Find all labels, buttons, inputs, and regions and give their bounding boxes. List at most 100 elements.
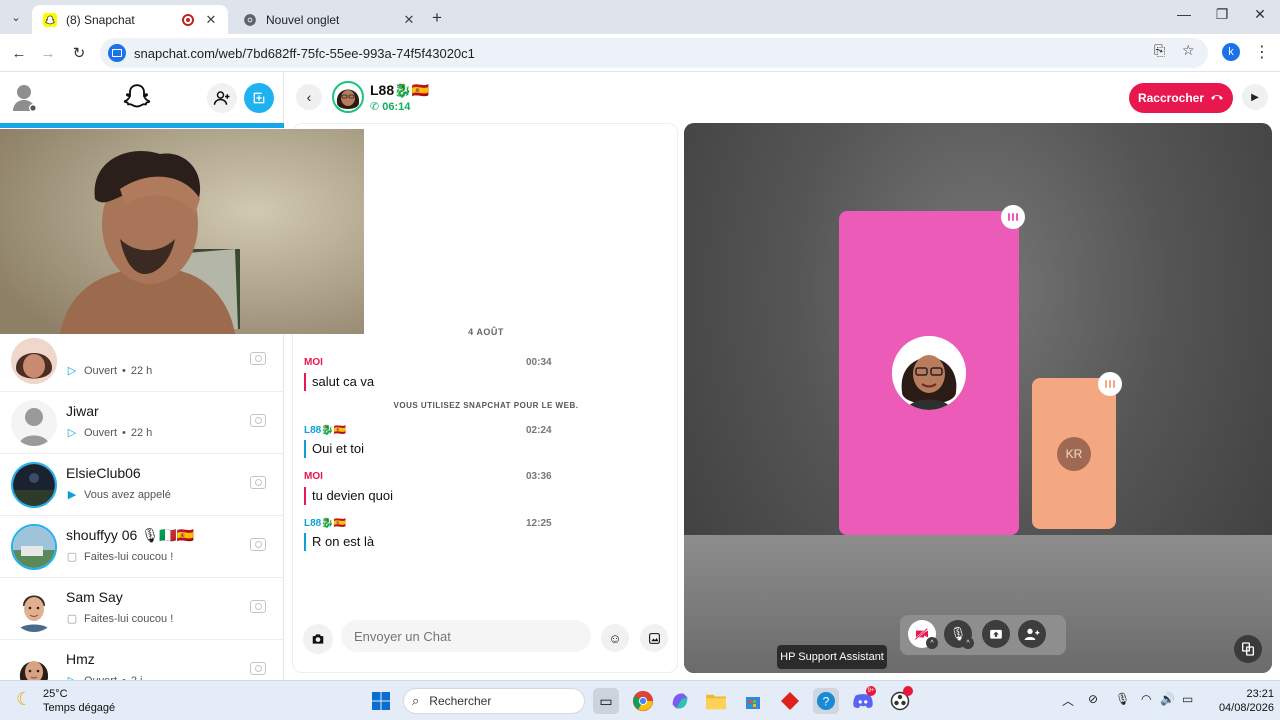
battery-icon[interactable]: ▭ [1182, 692, 1193, 706]
friend-bitmoji [892, 336, 966, 410]
search-label: Rechercher [429, 694, 492, 708]
emoji-button[interactable]: ☺ [601, 624, 629, 652]
taskbar-search[interactable]: ⌕ Rechercher [403, 688, 585, 714]
file-explorer-icon[interactable] [703, 688, 729, 714]
camera-in-use-icon[interactable] [108, 44, 126, 62]
camera-options-chevron-icon[interactable]: ^ [926, 637, 938, 649]
chat-status: ▢ Faites-lui coucou ! [66, 550, 173, 564]
gallery-button[interactable] [640, 624, 668, 652]
camera-reply-icon[interactable] [250, 538, 266, 551]
hp-support-assistant-icon[interactable]: ? [813, 688, 839, 714]
volume-icon[interactable]: 🔊 [1160, 692, 1175, 706]
microphone-tray-icon[interactable]: 🎙 [1115, 692, 1130, 706]
friend-avatar[interactable] [332, 81, 364, 113]
webcam-preview [0, 129, 364, 334]
recording-indicator-icon [182, 13, 194, 26]
tab-search-chevron-icon[interactable]: ⌄ [6, 7, 26, 27]
hidden-tray-app-icon[interactable]: ⊘ [1088, 692, 1098, 706]
add-person-icon [1024, 628, 1040, 640]
chat-status: ▶ Vous avez appelé [66, 488, 171, 502]
list-item[interactable]: ▷ Ouvert • 22 h [0, 330, 284, 392]
list-item[interactable]: shouffyy 06 🎙🇮🇹🇪🇸 ▢ Faites-lui coucou ! [0, 516, 284, 578]
camera-reply-icon[interactable] [250, 476, 266, 489]
clock-date[interactable]: 04/08/2026 [1210, 702, 1274, 714]
my-profile-avatar[interactable] [12, 83, 38, 113]
message-text: tu devien quoi [304, 487, 393, 505]
discord-icon[interactable]: 9+ [850, 686, 876, 714]
participant-tile-friend[interactable] [839, 205, 1025, 535]
back-arrow-icon[interactable]: ← [8, 42, 30, 64]
add-friend-button[interactable] [207, 83, 237, 113]
participant-initials: KR [1057, 437, 1091, 471]
camera-button[interactable] [303, 624, 333, 654]
sent-arrow-icon: ▷ [67, 427, 77, 439]
obs-icon[interactable] [887, 686, 913, 714]
bookmark-star-icon[interactable]: ☆ [1182, 42, 1195, 59]
close-window-icon[interactable]: ✕ [1250, 6, 1270, 23]
mic-options-chevron-icon[interactable]: ^ [962, 637, 974, 649]
message-sender: L88🐉🇪🇸 [304, 518, 347, 529]
camera-reply-icon[interactable] [250, 600, 266, 613]
sidebar-header [0, 72, 284, 122]
moon-weather-icon[interactable]: ☾ [16, 689, 32, 710]
address-bar[interactable]: snapchat.com/web/7bd682ff-75fc-55ee-993a… [100, 38, 1208, 68]
tab-close-icon[interactable]: ✕ [204, 12, 218, 28]
hangup-button[interactable]: Raccrocher [1129, 83, 1233, 113]
new-tab-button[interactable]: + [432, 8, 442, 28]
snapchat-ghost-icon[interactable] [122, 82, 152, 112]
maximize-icon[interactable]: ❐ [1212, 6, 1232, 23]
speaking-indicator-icon [1001, 205, 1025, 229]
play-triangle-icon: ▶ [1251, 91, 1259, 103]
list-item[interactable]: ElsieClub06 ▶ Vous avez appelé [0, 454, 284, 516]
share-screen-button[interactable] [982, 620, 1010, 648]
windows-logo-icon [372, 692, 390, 710]
list-item[interactable]: Sam Say ▢ Faites-lui coucou ! [0, 578, 284, 640]
wifi-icon[interactable]: ◠ [1141, 692, 1151, 706]
fullscreen-button[interactable] [1234, 635, 1262, 663]
new-chat-button[interactable] [244, 83, 274, 113]
hangup-label: Raccrocher [1137, 91, 1205, 105]
chrome-taskbar-icon[interactable] [630, 688, 656, 714]
tab-snapchat[interactable]: (8) Snapchat ✕ [32, 5, 228, 34]
chat-name: Jiwar [66, 403, 99, 419]
snapchat-favicon-icon [42, 12, 58, 28]
url-text: snapchat.com/web/7bd682ff-75fc-55ee-993a… [134, 45, 475, 61]
status-time: 22 h [130, 426, 153, 439]
task-view-icon[interactable]: ▭ [593, 688, 619, 714]
tray-overflow-chevron-icon[interactable]: ︿ [1062, 692, 1074, 709]
camera-reply-icon[interactable] [250, 662, 266, 675]
participant-tile-self[interactable]: KR [1032, 372, 1122, 529]
install-app-icon[interactable]: ⎘ [1154, 42, 1165, 59]
red-app-icon[interactable] [777, 688, 803, 714]
tab-title: Nouvel onglet [266, 12, 340, 27]
weather-temperature[interactable]: 25°C [43, 688, 68, 700]
clock-time[interactable]: 23:21 [1230, 688, 1274, 700]
forward-arrow-icon[interactable]: → [37, 42, 59, 64]
weather-description[interactable]: Temps dégagé [43, 702, 115, 714]
expand-button[interactable]: ▶ [1242, 84, 1268, 110]
microsoft-store-icon[interactable] [740, 688, 766, 714]
chrome-favicon-icon [242, 12, 258, 28]
sticker-icon [648, 632, 660, 644]
message-text: salut ca va [304, 373, 374, 391]
camera-reply-icon[interactable] [250, 352, 266, 365]
back-button[interactable]: ‹ [296, 84, 322, 110]
start-button[interactable] [368, 688, 394, 714]
reload-icon[interactable]: ↻ [68, 42, 90, 64]
camera-reply-icon[interactable] [250, 414, 266, 427]
chat-list: ▷ Ouvert • 22 h Jiwar ▷ Ouvert • 22 h El… [0, 330, 284, 702]
list-item[interactable]: Jiwar ▷ Ouvert • 22 h [0, 392, 284, 454]
sent-arrow-icon: ▷ [67, 365, 77, 377]
browser-menu-icon[interactable]: ⋮ [1254, 42, 1270, 62]
message-time: 00:34 [526, 357, 552, 368]
new-chat-icon [253, 92, 265, 104]
chat-status: ▷ Ouvert • 22 h [67, 426, 153, 440]
copilot-icon[interactable] [667, 688, 693, 714]
tab-close-icon[interactable]: ✕ [402, 12, 416, 28]
tab-new-tab[interactable]: Nouvel onglet ✕ [232, 5, 426, 34]
minimize-icon[interactable]: — [1174, 6, 1194, 22]
add-participant-button[interactable] [1018, 620, 1046, 648]
profile-avatar[interactable]: k [1222, 43, 1240, 61]
chat-name: Hmz [66, 651, 95, 667]
chat-input[interactable] [341, 620, 591, 652]
